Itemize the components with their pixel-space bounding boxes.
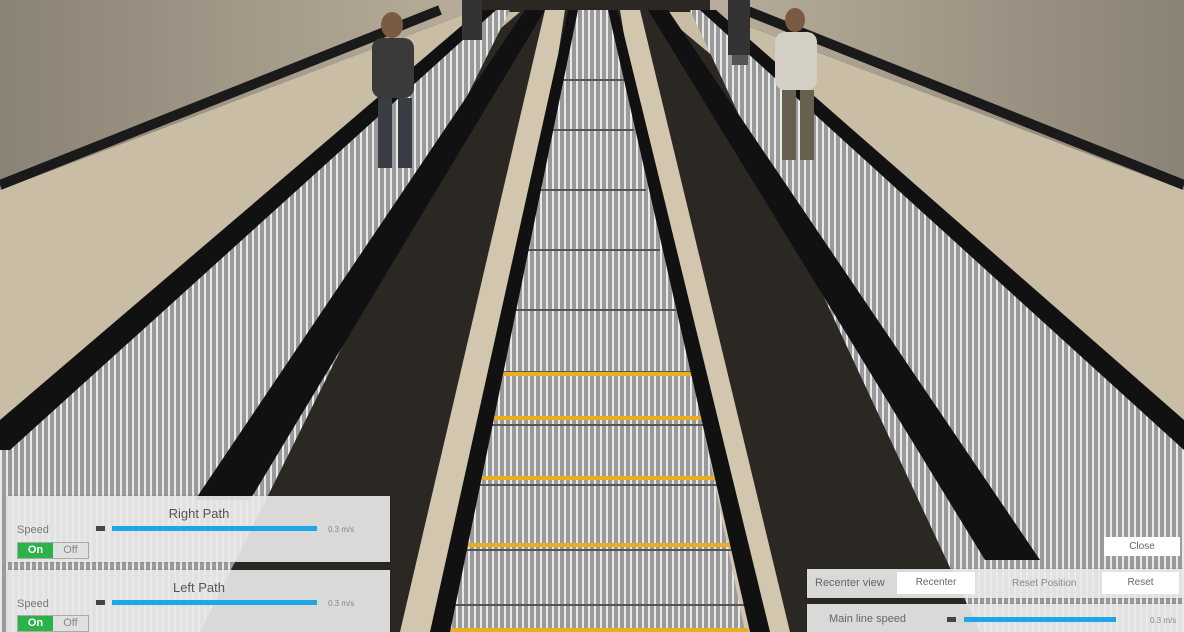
- right-path-speed-slider-fill: [112, 526, 317, 531]
- main-line-speed-panel: Main line speed 0.3 m/s: [807, 604, 1184, 632]
- reset-position-label: Reset Position: [1012, 578, 1077, 589]
- main-line-speed-label: Main line speed: [829, 613, 907, 625]
- reset-button[interactable]: Reset: [1102, 572, 1179, 594]
- person-top-left: [462, 0, 482, 40]
- left-path-speed-value: 0.3 m/s: [328, 599, 355, 608]
- recenter-button[interactable]: Recenter: [897, 572, 975, 594]
- right-path-title: Right Path: [168, 506, 230, 521]
- recenter-view-label: Recenter view: [815, 577, 885, 589]
- main-line-speed-slider-handle[interactable]: [947, 617, 956, 622]
- right-path-speed-slider[interactable]: [112, 526, 317, 531]
- recenter-panel: Recenter view Recenter Reset Position Re…: [807, 569, 1184, 598]
- left-path-speed-slider[interactable]: [112, 600, 317, 605]
- left-path-title: Left Path: [172, 580, 226, 595]
- left-path-on-button[interactable]: On: [18, 616, 53, 631]
- right-path-toggle[interactable]: On Off: [17, 542, 89, 559]
- right-path-off-button[interactable]: Off: [53, 543, 88, 558]
- close-button[interactable]: Close: [1104, 537, 1180, 556]
- left-path-toggle[interactable]: On Off: [17, 615, 89, 632]
- left-path-speed-label: Speed: [17, 598, 49, 610]
- right-path-speed-value: 0.3 m/s: [328, 525, 355, 534]
- main-line-speed-value: 0.3 m/s: [1150, 616, 1177, 625]
- left-path-off-button[interactable]: Off: [53, 616, 88, 631]
- right-path-on-button[interactable]: On: [18, 543, 53, 558]
- left-path-speed-slider-fill: [112, 600, 317, 605]
- left-path-speed-slider-handle[interactable]: [96, 600, 105, 605]
- right-path-speed-label: Speed: [17, 524, 49, 536]
- left-path-panel: Left Path Speed 0.3 m/s On Off: [8, 570, 390, 632]
- main-line-speed-slider-fill: [964, 617, 1116, 622]
- right-path-panel: Right Path Speed 0.3 m/s On Off: [8, 496, 390, 562]
- right-path-speed-slider-handle[interactable]: [96, 526, 105, 531]
- main-line-speed-slider[interactable]: [964, 617, 1116, 622]
